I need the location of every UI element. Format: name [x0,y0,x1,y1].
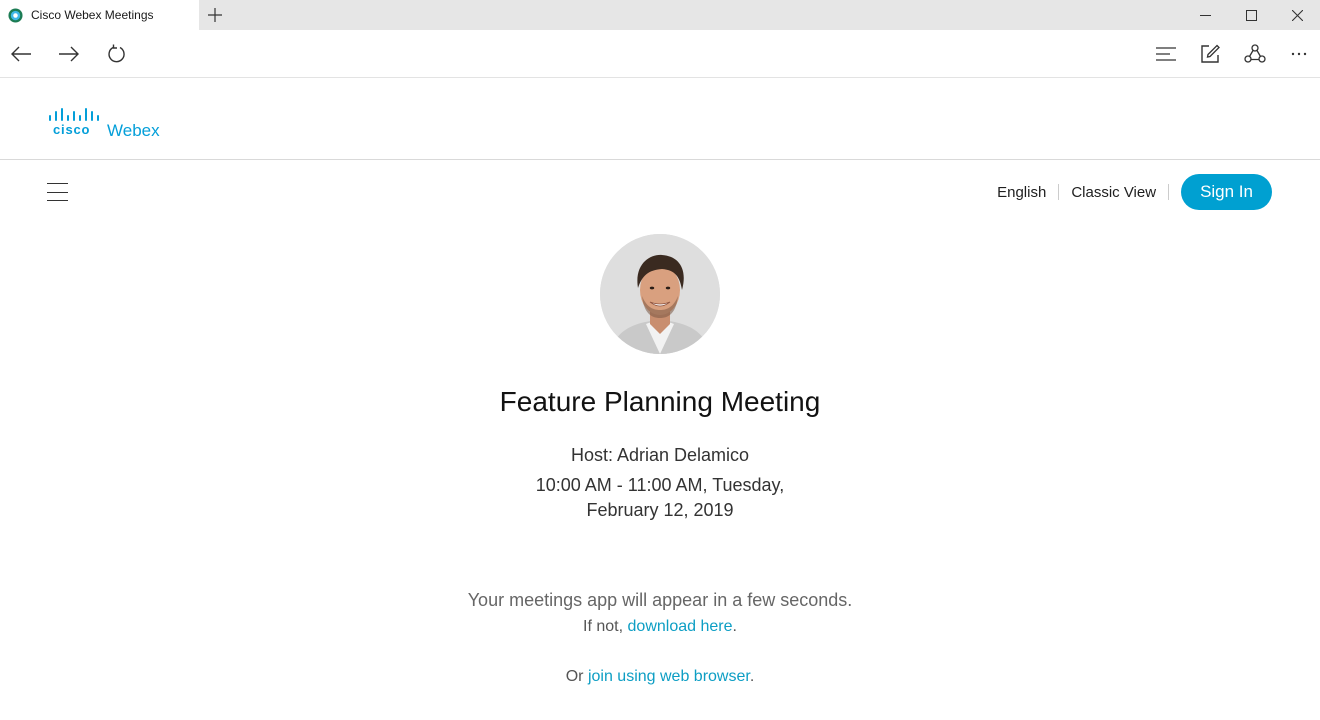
close-icon [1291,9,1303,21]
menu-line-icon [47,191,68,193]
meeting-time: 10:00 AM - 11:00 AM, Tuesday, [535,475,785,495]
host-avatar [600,234,720,354]
minimize-button[interactable] [1182,0,1228,30]
back-button[interactable] [6,39,36,69]
refresh-button[interactable] [102,39,132,69]
meeting-title: Feature Planning Meeting [499,386,821,417]
logo-webex-text: Webex [107,121,160,140]
menu-line-icon [47,200,68,201]
sign-in-button[interactable]: Sign In [1181,174,1272,210]
web-join-prefix: Or [565,668,584,685]
host-photo [600,234,720,354]
new-tab-button[interactable] [203,3,227,27]
classic-view-link[interactable]: Classic View [1059,184,1168,201]
share-icon [1244,44,1266,63]
close-window-button[interactable] [1274,0,1320,30]
minimize-icon [1199,14,1211,16]
site-header: cisco Webex [0,78,1320,160]
download-hint-suffix: . [732,618,737,635]
maximize-icon [1245,9,1257,21]
back-arrow-icon [11,46,31,62]
forward-arrow-icon [59,46,79,62]
web-note-icon [1201,44,1220,63]
maximize-button[interactable] [1228,0,1274,30]
web-join-suffix: . [749,668,755,685]
meeting-host: Host: Adrian Delamico [570,445,750,465]
logo-cisco-text: cisco [53,122,91,137]
browser-tab-title: Cisco Webex Meetings [31,8,154,22]
more-button[interactable] [1284,39,1314,69]
web-note-button[interactable] [1195,39,1225,69]
forward-button[interactable] [54,39,84,69]
menu-button[interactable] [46,181,69,203]
share-button[interactable] [1240,39,1270,69]
browser-tab-strip: Cisco Webex Meetings [0,0,1320,30]
menu-line-icon [47,183,68,184]
cisco-bars-icon [49,108,99,121]
meeting-date: February 12, 2019 [586,500,734,520]
hub-button[interactable] [1151,39,1181,69]
more-icon [1291,52,1307,56]
webex-favicon-icon [8,7,23,23]
join-web-browser-link[interactable]: join using web browser [588,668,750,685]
plus-icon [208,8,222,22]
top-right-nav: English Classic View Sign In [985,174,1272,210]
app-launch-message: Your meetings app will appear in a few s… [467,590,853,610]
language-link[interactable]: English [985,184,1058,201]
refresh-icon [108,44,125,63]
cisco-webex-logo[interactable]: cisco Webex [49,108,169,142]
download-hint: If not, download here. [0,618,1320,636]
browser-tab[interactable]: Cisco Webex Meetings [0,0,199,30]
web-join-hint: Or join using web browser. [0,668,1320,686]
download-link[interactable]: download here [628,618,733,635]
nav-divider [1168,184,1170,200]
browser-toolbar [0,30,1320,78]
download-hint-prefix: If not, [583,618,624,635]
hub-icon [1156,47,1176,61]
